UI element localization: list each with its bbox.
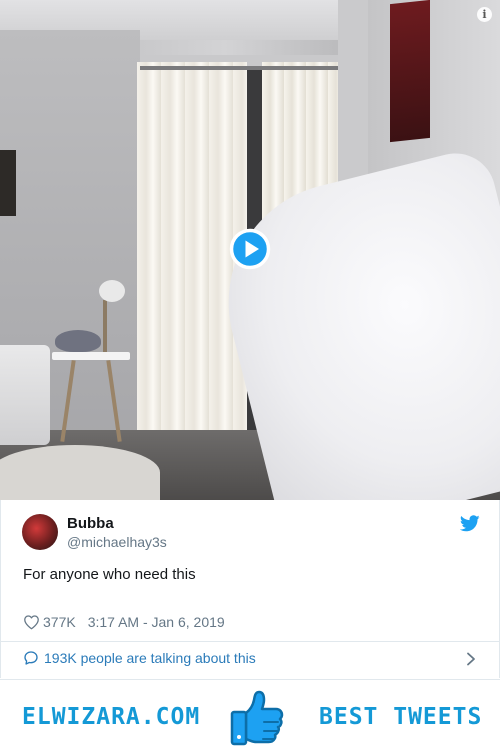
twitter-bird-icon[interactable] — [460, 515, 480, 532]
like-count: 377K — [43, 614, 76, 630]
author-handle[interactable]: @michaelhay3s — [67, 534, 167, 550]
play-icon[interactable] — [229, 228, 271, 270]
tweet-text: For anyone who need this — [23, 566, 196, 583]
avatar[interactable] — [22, 514, 58, 550]
conversation-link[interactable]: 193K people are talking about this — [23, 650, 256, 666]
heart-icon[interactable] — [23, 614, 40, 630]
speech-bubble-icon — [24, 651, 38, 665]
conversation-label: 193K people are talking about this — [44, 650, 256, 666]
tweet-meta: 377K 3:17 AM - Jan 6, 2019 — [23, 612, 225, 632]
chevron-right-icon[interactable] — [465, 652, 477, 666]
video-player[interactable]: i — [0, 0, 500, 500]
thumbs-up-icon — [230, 690, 284, 746]
info-icon[interactable]: i — [477, 7, 492, 22]
best-tweets-label: BEST TWEETS — [319, 704, 483, 730]
divider — [1, 641, 500, 642]
tweet-card: Bubba @michaelhay3s For anyone who need … — [0, 500, 500, 678]
promo-banner: ELWIZARA.COM BEST TWEETS — [0, 679, 500, 753]
tweet-timestamp[interactable]: 3:17 AM - Jan 6, 2019 — [88, 614, 225, 630]
site-name[interactable]: ELWIZARA.COM — [22, 704, 200, 730]
author-name[interactable]: Bubba — [67, 515, 114, 532]
